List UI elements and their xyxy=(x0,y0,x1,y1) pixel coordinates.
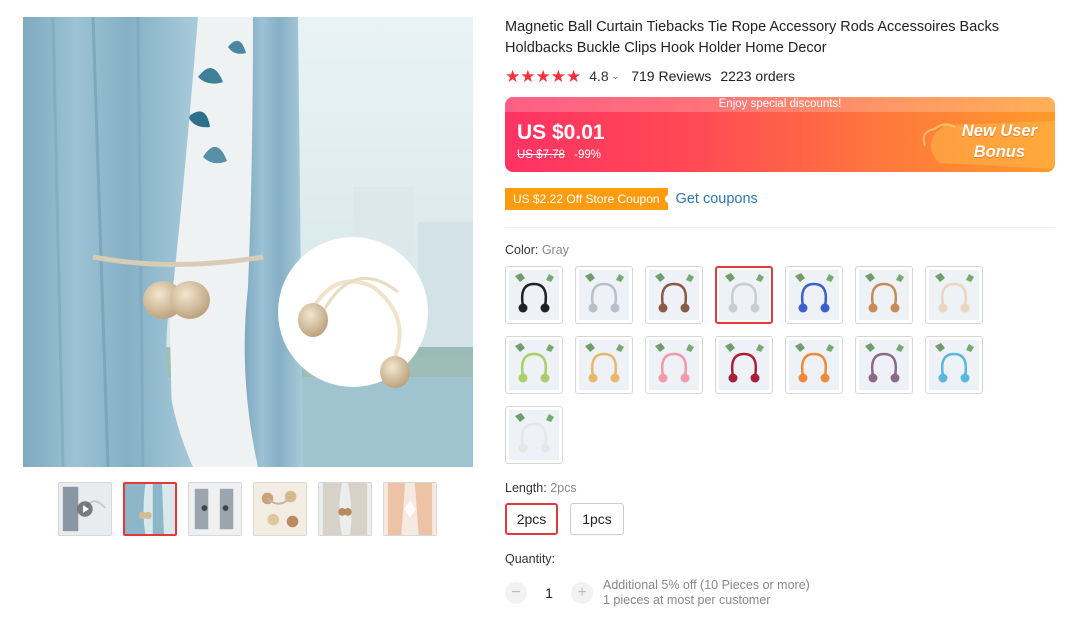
thumbnail-curtain-gray-pair[interactable] xyxy=(188,482,242,536)
product-title: Magnetic Ball Curtain Tiebacks Tie Rope … xyxy=(505,19,1000,56)
color-swatch-purple[interactable] xyxy=(855,336,913,394)
color-swatch-beige[interactable] xyxy=(925,266,983,324)
color-swatch-brown[interactable] xyxy=(645,266,703,324)
color-swatch-white[interactable] xyxy=(505,406,563,464)
get-coupons-link[interactable]: Get coupons xyxy=(676,191,758,207)
bonus-line-2: Bonus xyxy=(973,143,1026,161)
quantity-increase-button[interactable]: + xyxy=(571,582,593,604)
discount-note: Enjoy special discounts! xyxy=(505,97,1055,112)
length-selected-value: 2pcs xyxy=(550,481,577,495)
reviews-count[interactable]: 719 Reviews xyxy=(631,68,711,84)
color-swatch-light-gray[interactable] xyxy=(575,266,633,324)
tieback-swatch-image xyxy=(579,270,629,320)
length-label-text: Length: xyxy=(505,481,547,495)
thumbnail-curtain-blue[interactable] xyxy=(123,482,177,536)
tieback-swatch-image xyxy=(719,340,769,390)
store-coupon-badge[interactable]: US $2.22 Off Store Coupon xyxy=(505,188,673,210)
tieback-swatch-image xyxy=(509,410,559,460)
bonus-line-1: New User xyxy=(961,122,1037,140)
orders-count: 2223 orders xyxy=(720,68,796,84)
current-price: US $0.01 xyxy=(517,121,605,144)
tieback-swatch-image xyxy=(859,270,909,320)
tieback-swatch-image xyxy=(579,340,629,390)
color-swatch-black[interactable] xyxy=(505,266,563,324)
discount-percent: -99% xyxy=(574,149,602,161)
thumbnail-tieback-set[interactable] xyxy=(253,482,307,536)
tieback-swatch-image xyxy=(649,270,699,320)
length-label: Length: 2pcs xyxy=(505,481,577,495)
price-banner: Enjoy special discounts! US $0.01 US $7.… xyxy=(505,97,1055,172)
tieback-swatch-image xyxy=(719,270,769,320)
color-label-text: Color: xyxy=(505,243,539,257)
tieback-swatch-image xyxy=(789,340,839,390)
divider xyxy=(505,227,1055,228)
new-user-bonus[interactable]: New User Bonus xyxy=(962,121,1037,163)
tieback-swatch-image xyxy=(509,340,559,390)
tieback-swatch-image xyxy=(649,340,699,390)
purchase-limit-note: 1 pieces at most per customer xyxy=(603,593,771,607)
color-swatch-pink[interactable] xyxy=(645,336,703,394)
quantity-decrease-button[interactable]: − xyxy=(505,582,527,604)
quantity-note: Additional 5% off (10 Pieces or more) 1 … xyxy=(603,578,810,608)
color-swatch-gold[interactable] xyxy=(575,336,633,394)
original-price-value: US $7.78 xyxy=(517,149,565,161)
rating-row: ★★★★★ 4.8 ⌄ 719 Reviews 2223 orders xyxy=(505,66,795,86)
color-swatch-gray[interactable] xyxy=(715,266,773,324)
tieback-swatch-image xyxy=(929,340,979,390)
color-swatch-wine[interactable] xyxy=(715,336,773,394)
quantity-stepper: − 1 + Additional 5% off (10 Pieces or mo… xyxy=(505,578,810,608)
star-rating-icon: ★★★★★ xyxy=(505,66,582,86)
length-option-1pcs[interactable]: 1pcs xyxy=(570,503,624,535)
thumbnail-strip xyxy=(58,482,438,536)
main-product-image[interactable] xyxy=(23,17,473,467)
length-option-2pcs[interactable]: 2pcs xyxy=(505,503,558,535)
chevron-down-icon[interactable]: ⌄ xyxy=(612,71,620,82)
original-price: US $7.78 -99% xyxy=(517,149,601,161)
color-swatch-blue[interactable] xyxy=(785,266,843,324)
color-swatch-camel[interactable] xyxy=(855,266,913,324)
tieback-swatch-image xyxy=(509,270,559,320)
thumbnail-video[interactable] xyxy=(58,482,112,536)
quantity-value[interactable]: 1 xyxy=(527,585,571,601)
color-swatch-green[interactable] xyxy=(505,336,563,394)
thumbnail-curtain-white[interactable] xyxy=(318,482,372,536)
color-label: Color: Gray xyxy=(505,243,569,257)
color-swatch-orange[interactable] xyxy=(785,336,843,394)
tieback-swatch-image xyxy=(859,340,909,390)
tieback-swatch-image xyxy=(789,270,839,320)
color-selected-value: Gray xyxy=(541,243,569,257)
coupon-row: US $2.22 Off Store Coupon Get coupons xyxy=(505,188,758,210)
rating-value[interactable]: 4.8 xyxy=(589,68,608,84)
tieback-swatch-image xyxy=(929,270,979,320)
color-swatch-sky-blue[interactable] xyxy=(925,336,983,394)
quantity-label: Quantity: xyxy=(505,552,556,566)
thumbnail-curtain-peach[interactable] xyxy=(383,482,437,536)
bulk-discount-note: Additional 5% off (10 Pieces or more) xyxy=(603,578,810,592)
